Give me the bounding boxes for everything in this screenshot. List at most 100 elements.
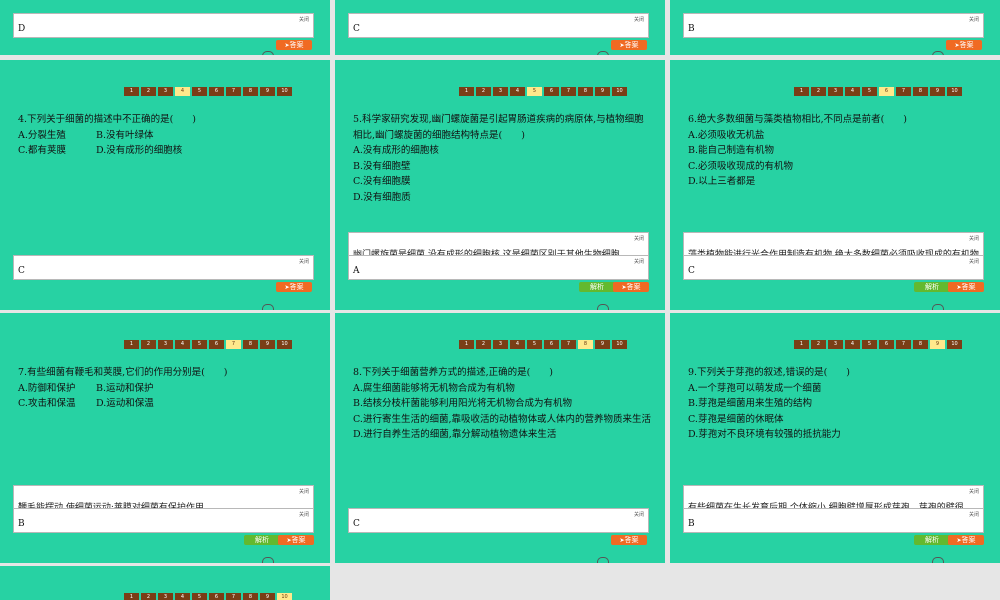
answer-button[interactable]: ➤答案	[278, 535, 314, 545]
nav-button-4[interactable]: 4	[175, 593, 190, 600]
nav-button-2[interactable]: 2	[811, 87, 826, 96]
nav-button-8[interactable]: 8	[913, 340, 928, 349]
nav-button-9[interactable]: 9	[595, 340, 610, 349]
nav-button-8[interactable]: 8	[578, 87, 593, 96]
answer-button[interactable]: ➤答案	[611, 40, 647, 50]
close-button[interactable]: 关闭	[634, 511, 644, 518]
nav-button-4[interactable]: 4	[175, 87, 190, 96]
nav-button-9[interactable]: 9	[930, 87, 945, 96]
nav-button-9[interactable]: 9	[595, 87, 610, 96]
nav-button-9[interactable]: 9	[930, 340, 945, 349]
close-button[interactable]: 关闭	[634, 235, 644, 242]
nav-button-7[interactable]: 7	[226, 593, 241, 600]
close-button[interactable]: 关闭	[969, 235, 979, 242]
nav-button-5[interactable]: 5	[192, 340, 207, 349]
nav-button-2[interactable]: 2	[476, 340, 491, 349]
nav-button-2[interactable]: 2	[811, 340, 826, 349]
nav-button-2[interactable]: 2	[141, 340, 156, 349]
answer-button[interactable]: ➤答案	[948, 282, 984, 292]
nav-button-5[interactable]: 5	[862, 340, 877, 349]
nav-button-3[interactable]: 3	[493, 340, 508, 349]
nav-button-3[interactable]: 3	[158, 87, 173, 96]
nav-button-7[interactable]: 7	[561, 340, 576, 349]
nav-button-1[interactable]: 1	[459, 340, 474, 349]
nav-button-5[interactable]: 5	[527, 87, 542, 96]
answer-button[interactable]: ➤答案	[946, 40, 982, 50]
nav-button-9[interactable]: 9	[260, 87, 275, 96]
nav-button-6[interactable]: 6	[879, 87, 894, 96]
nav-button-4[interactable]: 4	[845, 340, 860, 349]
close-button[interactable]: 关闭	[969, 511, 979, 518]
nav-button-5[interactable]: 5	[192, 593, 207, 600]
answer-button[interactable]: ➤答案	[613, 282, 649, 292]
answer-button[interactable]: ➤答案	[948, 535, 984, 545]
nav-button-5[interactable]: 5	[862, 87, 877, 96]
nav-button-1[interactable]: 1	[124, 593, 139, 600]
nav-button-10[interactable]: 10	[947, 340, 962, 349]
answer-box: 关闭 B	[13, 508, 314, 533]
nav-button-9[interactable]: 9	[260, 593, 275, 600]
nav-button-3[interactable]: 3	[493, 87, 508, 96]
analysis-button[interactable]: 解析	[914, 282, 950, 292]
nav-button-1[interactable]: 1	[794, 87, 809, 96]
nav-button-4[interactable]: 4	[845, 87, 860, 96]
nav-button-6[interactable]: 6	[544, 340, 559, 349]
nav-button-6[interactable]: 6	[879, 340, 894, 349]
nav-button-6[interactable]: 6	[209, 87, 224, 96]
nav-button-10[interactable]: 10	[277, 340, 292, 349]
nav-button-2[interactable]: 2	[141, 593, 156, 600]
nav-button-1[interactable]: 1	[124, 87, 139, 96]
answer-button[interactable]: ➤答案	[611, 535, 647, 545]
nav-button-3[interactable]: 3	[828, 340, 843, 349]
nav-button-6[interactable]: 6	[209, 593, 224, 600]
close-button[interactable]: 关闭	[299, 258, 309, 265]
analysis-button[interactable]: 解析	[244, 535, 280, 545]
nav-button-6[interactable]: 6	[209, 340, 224, 349]
nav-button-10[interactable]: 10	[612, 87, 627, 96]
nav-button-1[interactable]: 1	[459, 87, 474, 96]
nav-button-2[interactable]: 2	[476, 87, 491, 96]
nav-button-7[interactable]: 7	[561, 87, 576, 96]
close-button[interactable]: 关闭	[634, 16, 644, 23]
close-button[interactable]: 关闭	[634, 258, 644, 265]
answer-button[interactable]: ➤答案	[276, 282, 312, 292]
close-button[interactable]: 关闭	[969, 258, 979, 265]
nav-button-10[interactable]: 10	[277, 87, 292, 96]
nav-button-5[interactable]: 5	[527, 340, 542, 349]
nav-button-2[interactable]: 2	[141, 87, 156, 96]
nav-button-10[interactable]: 10	[612, 340, 627, 349]
nav-button-10[interactable]: 10	[947, 87, 962, 96]
nav-button-3[interactable]: 3	[828, 87, 843, 96]
close-button[interactable]: 关闭	[299, 488, 309, 495]
nav-button-4[interactable]: 4	[510, 340, 525, 349]
nav-button-9[interactable]: 9	[260, 340, 275, 349]
nav-button-7[interactable]: 7	[896, 340, 911, 349]
nav-button-3[interactable]: 3	[158, 593, 173, 600]
nav-button-8[interactable]: 8	[913, 87, 928, 96]
analysis-button[interactable]: 解析	[579, 282, 615, 292]
close-button[interactable]: 关闭	[969, 488, 979, 495]
nav-button-10[interactable]: 10	[277, 593, 292, 600]
answer-button[interactable]: ➤答案	[276, 40, 312, 50]
nav-button-8[interactable]: 8	[243, 593, 258, 600]
nav-button-5[interactable]: 5	[192, 87, 207, 96]
analysis-button[interactable]: 解析	[914, 535, 950, 545]
nav-button-7[interactable]: 7	[226, 87, 241, 96]
nav-button-7[interactable]: 7	[896, 87, 911, 96]
explanation-box: 关闭 鞭毛能摆动,使细菌运动;荚膜对细菌有保护作用	[13, 485, 314, 510]
nav-button-4[interactable]: 4	[175, 340, 190, 349]
hand-icon	[597, 557, 609, 563]
nav-button-4[interactable]: 4	[510, 87, 525, 96]
nav-button-8[interactable]: 8	[578, 340, 593, 349]
close-button[interactable]: 关闭	[299, 16, 309, 23]
option-a: A.没有成形的细胞核	[353, 145, 439, 156]
nav-button-6[interactable]: 6	[544, 87, 559, 96]
close-button[interactable]: 关闭	[969, 16, 979, 23]
nav-button-8[interactable]: 8	[243, 87, 258, 96]
nav-button-8[interactable]: 8	[243, 340, 258, 349]
nav-button-3[interactable]: 3	[158, 340, 173, 349]
nav-button-1[interactable]: 1	[124, 340, 139, 349]
nav-button-1[interactable]: 1	[794, 340, 809, 349]
close-button[interactable]: 关闭	[299, 511, 309, 518]
nav-button-7[interactable]: 7	[226, 340, 241, 349]
